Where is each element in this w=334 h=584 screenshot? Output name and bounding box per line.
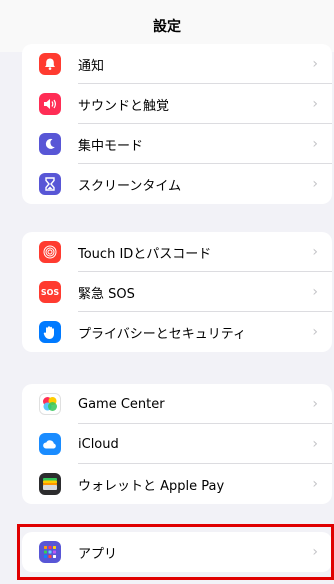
hourglass-icon (39, 173, 61, 195)
settings-row-label: アプリ (78, 546, 118, 562)
sos-icon-text: SOS (40, 287, 60, 297)
game-center-icon (39, 393, 61, 415)
chevron-right-icon: › (312, 244, 318, 260)
apps-grid-icon (39, 541, 61, 563)
sos-icon: SOS (39, 281, 61, 303)
chevron-right-icon: › (312, 436, 318, 452)
moon-icon (39, 133, 61, 155)
speaker-icon (39, 93, 61, 115)
chevron-right-icon: › (312, 284, 318, 300)
settings-group-4: アプリ › (22, 532, 332, 572)
chevron-right-icon: › (312, 96, 318, 112)
settings-row-privacy[interactable]: プライバシーとセキュリティ › (22, 312, 332, 352)
fingerprint-icon (39, 241, 61, 263)
bell-icon (39, 53, 61, 75)
settings-row-touch-id[interactable]: Touch IDとパスコード › (22, 232, 332, 272)
settings-row-notifications[interactable]: 通知 › (22, 44, 332, 84)
settings-row-screen-time[interactable]: スクリーンタイム › (22, 164, 332, 204)
chevron-right-icon: › (312, 396, 318, 412)
cloud-icon (39, 433, 61, 455)
chevron-right-icon: › (312, 136, 318, 152)
settings-row-label: Touch IDとパスコード (78, 246, 212, 262)
settings-row-sounds[interactable]: サウンドと触覚 › (22, 84, 332, 124)
page-title: 設定 (153, 19, 181, 35)
settings-row-label: 通知 (78, 58, 105, 74)
settings-row-emergency-sos[interactable]: SOS 緊急 SOS › (22, 272, 332, 312)
settings-row-focus[interactable]: 集中モード › (22, 124, 332, 164)
settings-row-wallet[interactable]: ウォレットと Apple Pay › (22, 464, 332, 504)
settings-row-label: iCloud (78, 436, 119, 452)
settings-row-label: 集中モード (78, 138, 144, 154)
chevron-right-icon: › (312, 324, 318, 340)
settings-row-label: プライバシーとセキュリティ (78, 326, 246, 342)
settings-row-label: Game Center (78, 396, 165, 412)
settings-row-apps[interactable]: アプリ › (22, 532, 332, 572)
settings-row-label: スクリーンタイム (78, 178, 182, 194)
hand-icon (39, 321, 61, 343)
settings-row-label: 緊急 SOS (78, 286, 135, 302)
settings-row-icloud[interactable]: iCloud › (22, 424, 332, 464)
settings-group-3: Game Center › iCloud › ウォレットと Apple Pay … (22, 384, 332, 504)
settings-row-label: サウンドと触覚 (78, 98, 170, 114)
settings-group-1: 通知 › サウンドと触覚 › 集中モード › スクリーンタイム › (22, 44, 332, 204)
wallet-icon (39, 473, 61, 495)
chevron-right-icon: › (312, 544, 318, 560)
settings-row-game-center[interactable]: Game Center › (22, 384, 332, 424)
chevron-right-icon: › (312, 476, 318, 492)
settings-row-label: ウォレットと Apple Pay (78, 478, 225, 494)
chevron-right-icon: › (312, 56, 318, 72)
settings-group-2: Touch IDとパスコード › SOS 緊急 SOS › プライバシーとセキュ… (22, 232, 332, 352)
chevron-right-icon: › (312, 176, 318, 192)
